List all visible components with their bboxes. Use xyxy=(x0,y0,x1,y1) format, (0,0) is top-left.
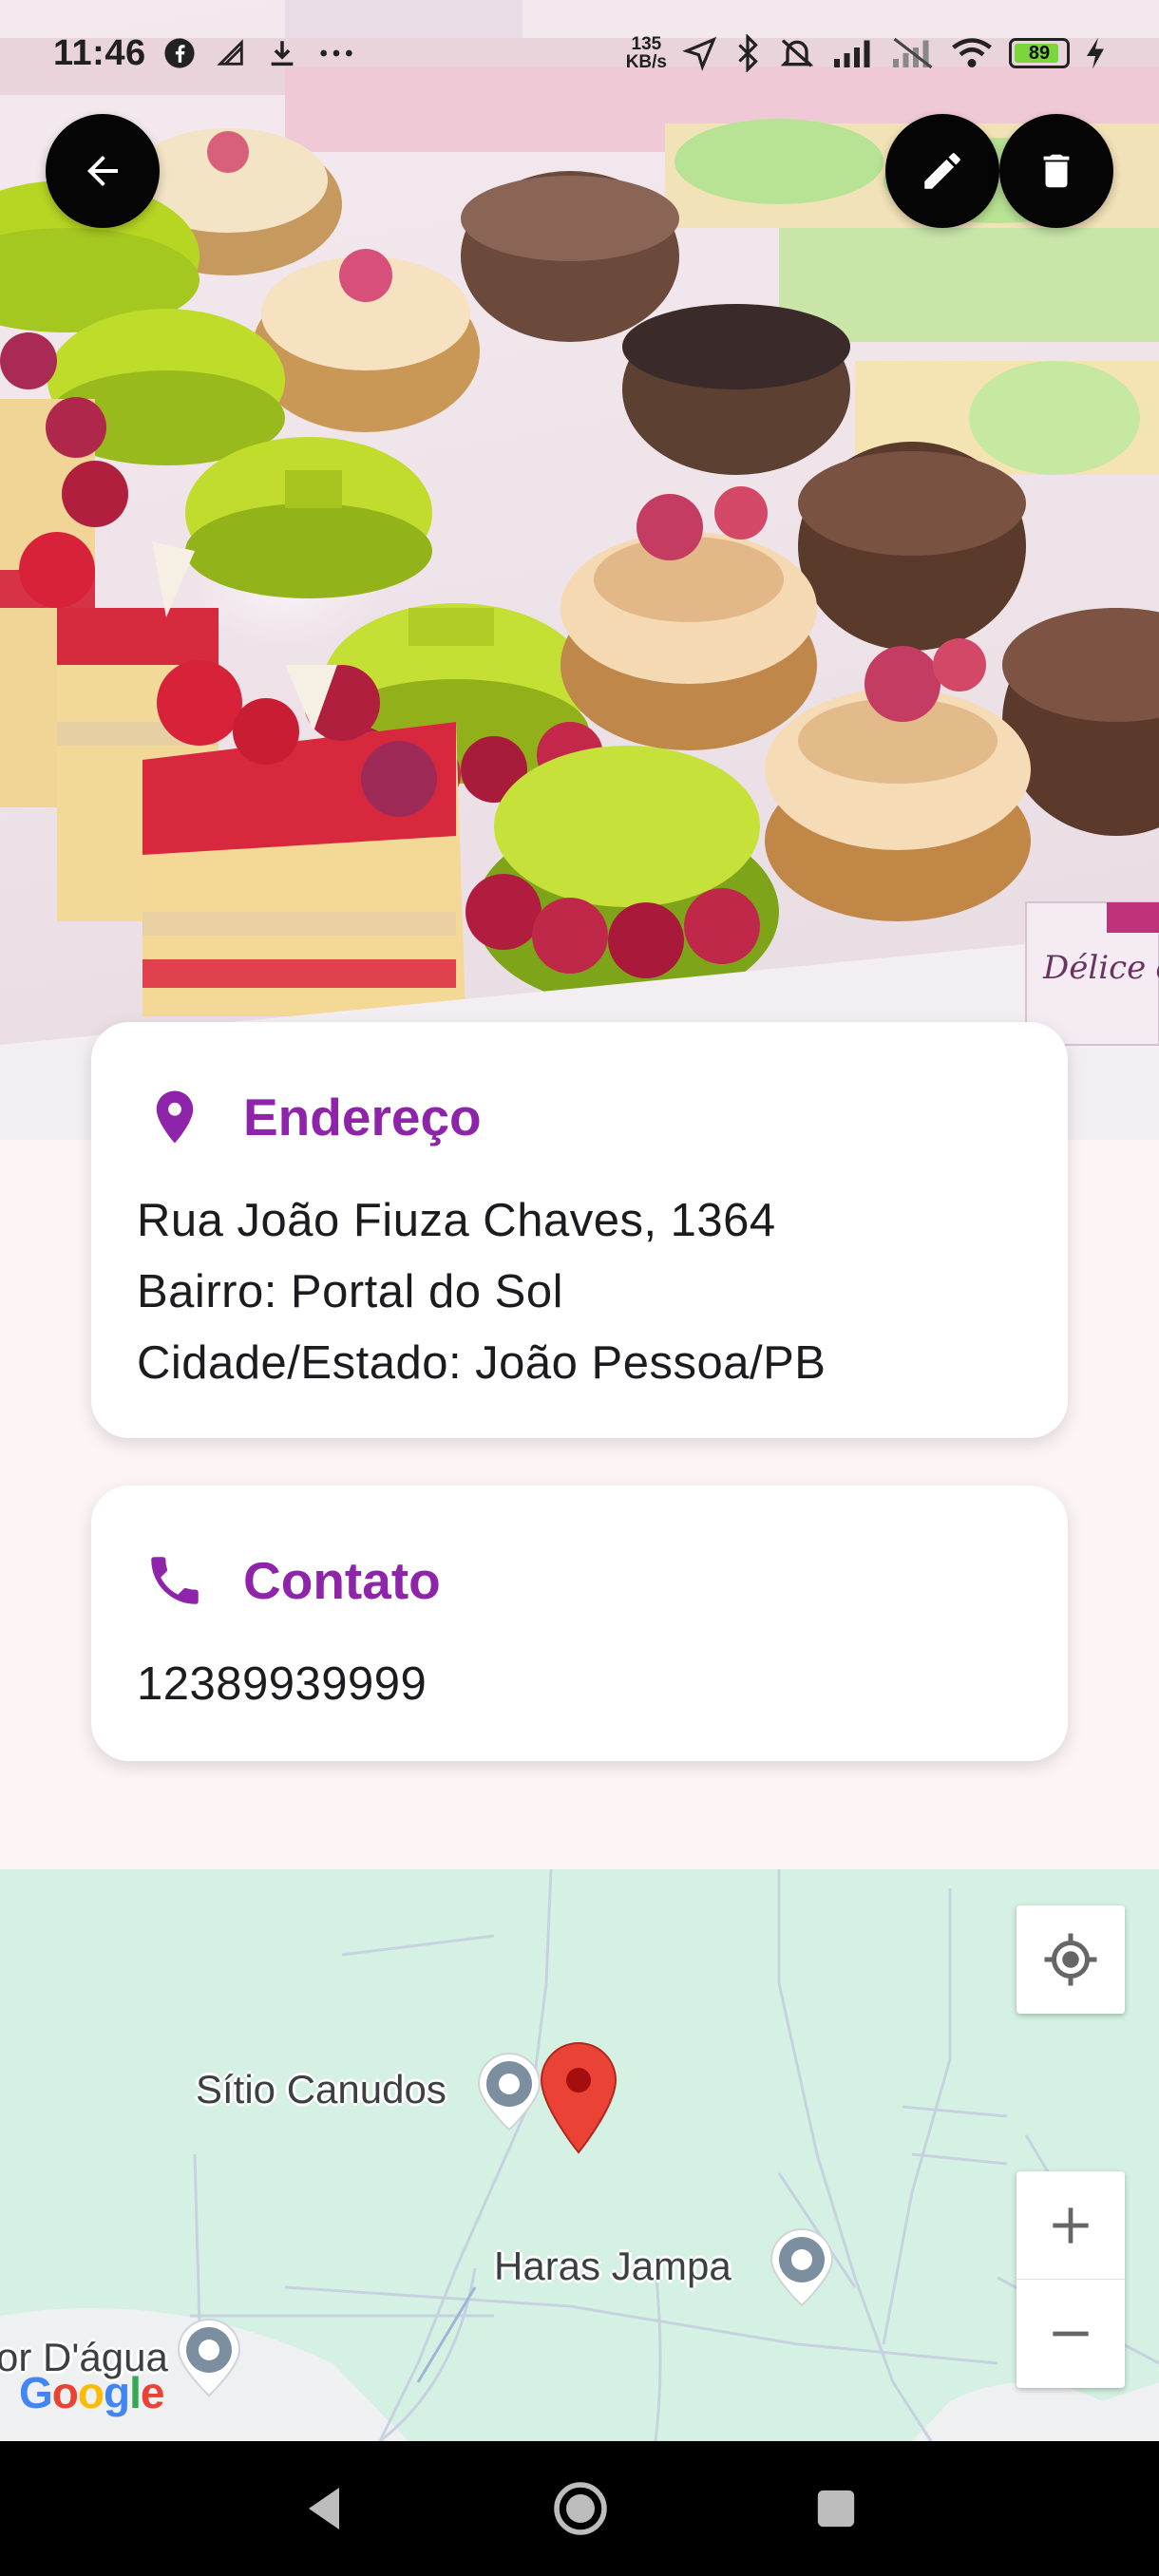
plus-icon xyxy=(1053,2207,1089,2244)
logo-letter: e xyxy=(140,2368,165,2417)
location-arrow-icon xyxy=(682,36,717,71)
nav-home-icon[interactable] xyxy=(552,2480,609,2537)
logo-letter: l xyxy=(129,2368,142,2417)
signal-alert-icon xyxy=(216,39,243,66)
battery-icon: 89 xyxy=(1009,38,1070,68)
map-place-label: Sítio Canudos xyxy=(196,2067,446,2112)
mute-icon xyxy=(780,39,814,67)
svg-text:Délice de N: Délice de N xyxy=(1042,949,1159,987)
charging-icon xyxy=(1087,37,1104,69)
minus-icon xyxy=(1053,2331,1089,2337)
logo-letter: g xyxy=(104,2368,130,2417)
download-icon xyxy=(271,41,293,66)
trash-icon xyxy=(1043,154,1070,188)
net-speed-value: 135 xyxy=(631,34,662,54)
arrow-left-icon xyxy=(87,156,118,186)
zoom-in-button[interactable] xyxy=(1016,2171,1125,2280)
map-place-label: Haras Jampa xyxy=(494,2244,732,2288)
network-speed: 135 KB/s xyxy=(626,35,667,71)
logo-letter: o xyxy=(51,2368,79,2417)
logo-letter: o xyxy=(77,2368,104,2417)
my-location-button[interactable] xyxy=(1016,1905,1125,2014)
nav-back-icon[interactable] xyxy=(301,2484,347,2533)
address-city-state: Cidade/Estado: João Pessoa/PB xyxy=(137,1337,826,1389)
pencil-icon xyxy=(924,153,960,189)
place-marker-icon[interactable] xyxy=(475,2052,543,2131)
zoom-out-button[interactable] xyxy=(1016,2280,1125,2388)
logo-letter: G xyxy=(19,2368,53,2417)
edit-button[interactable] xyxy=(885,114,999,228)
google-logo: Google xyxy=(19,2367,165,2418)
place-marker-icon[interactable] xyxy=(768,2227,836,2307)
address-title: Endereço xyxy=(243,1088,482,1146)
location-marker-icon[interactable] xyxy=(538,2040,619,2154)
cellular-signal-2-icon xyxy=(893,37,933,69)
address-street: Rua João Fiuza Chaves, 1364 xyxy=(137,1195,776,1246)
status-bar: 11:46 135 KB/s 89 xyxy=(0,0,1159,106)
address-card: Endereço Rua João Fiuza Chaves, 1364 Bai… xyxy=(91,1022,1068,1438)
contact-title: Contato xyxy=(243,1551,441,1610)
address-neighborhood: Bairro: Portal do Sol xyxy=(137,1266,563,1317)
status-time: 11:46 xyxy=(53,32,146,73)
system-nav-bar xyxy=(0,2441,1159,2576)
nav-recents-icon[interactable] xyxy=(814,2487,858,2530)
delete-button[interactable] xyxy=(999,114,1113,228)
bluetooth-icon xyxy=(738,34,758,72)
wifi-icon xyxy=(952,38,992,67)
battery-level: 89 xyxy=(1028,42,1051,64)
net-speed-unit: KB/s xyxy=(625,52,667,72)
phone-icon xyxy=(137,1543,213,1619)
more-icon xyxy=(319,49,352,57)
map-view[interactable]: Sítio Canudos Haras Jampa or D'água xyxy=(0,1869,1159,2441)
back-button[interactable] xyxy=(46,114,160,228)
place-marker-icon[interactable] xyxy=(175,2318,243,2397)
location-pin-icon xyxy=(137,1079,213,1155)
contact-card: Contato 12389939999 xyxy=(91,1486,1068,1761)
zoom-controls xyxy=(1016,2171,1125,2388)
crosshair-icon xyxy=(1044,1933,1097,1986)
cellular-signal-icon xyxy=(834,40,870,67)
facebook-icon xyxy=(164,38,195,68)
contact-phone[interactable]: 12389939999 xyxy=(137,1649,1022,1720)
